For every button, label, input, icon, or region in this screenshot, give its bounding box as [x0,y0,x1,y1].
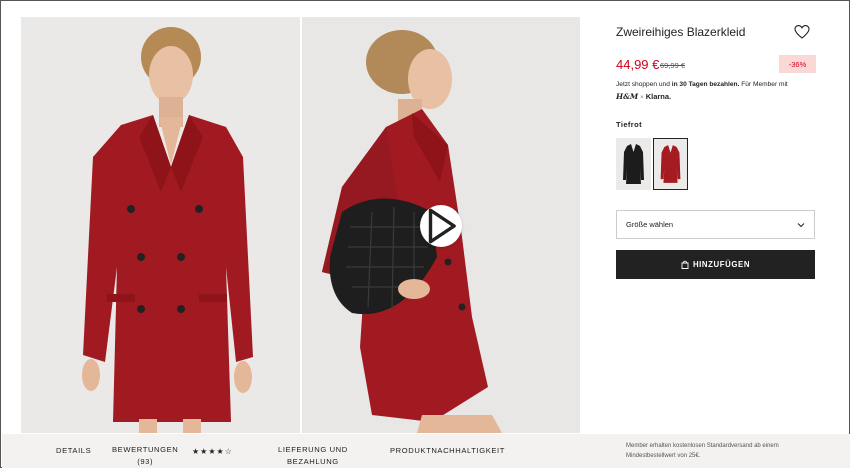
swatch-red-image [654,139,687,189]
product-image-front[interactable] [21,17,300,433]
swatch-black-image [616,138,651,190]
product-title: Zweireihiges Blazerkleid [616,25,746,39]
tab-details[interactable]: DETAILS [56,445,91,457]
play-icon [428,208,456,244]
klarna-suffix: Für Member mit [739,81,788,88]
play-video-button[interactable] [420,205,462,247]
add-button-label: HINZUFÜGEN [692,260,751,269]
product-image-side[interactable] [302,17,580,433]
original-price: 69,99 € [660,61,686,70]
rating-stars: ★★★★☆ [192,447,233,456]
tab-reviews[interactable]: BEWERTUNGEN (93) [112,444,178,468]
heart-icon [794,25,810,39]
product-page: Zweireihiges Blazerkleid 44,99 € 69,99 €… [0,0,850,468]
add-to-cart-button[interactable]: HINZUFÜGEN [616,250,815,279]
product-tabs-bar: DETAILS BEWERTUNGEN (93) ★★★★☆ LIEFERUNG… [2,434,850,468]
current-price: 44,99 € [616,57,660,72]
size-select-label: Größe wählen [626,220,674,229]
size-select[interactable]: Größe wählen [616,210,815,239]
favorite-button[interactable] [794,24,810,40]
klarna-logo: Klarna. [645,92,672,101]
hm-logo: H&M [616,92,639,101]
discount-badge: -36% [779,55,816,73]
tab-reviews-count: (93) [137,457,154,466]
color-swatch-red[interactable] [653,138,688,190]
klarna-bold: in 30 Tagen bezahlen. [671,81,740,88]
klarna-logo-row: H&M × Klarna. [616,92,671,101]
klarna-prefix: Jetzt shoppen und [616,81,672,88]
tab-delivery[interactable]: LIEFERUNG UND BEZAHLUNG [278,444,348,468]
shopping-bag-icon [681,260,689,269]
price-row: 44,99 € 69,99 € -36% [616,55,816,75]
tab-sustainability[interactable]: PRODUKTNACHHALTIGKEIT [390,445,505,457]
chevron-down-icon [797,223,805,228]
tab-delivery-line2: BEZAHLUNG [287,457,339,466]
klarna-x: × [640,95,644,101]
klarna-info: Jetzt shoppen und in 30 Tagen bezahlen. … [616,79,821,91]
tab-delivery-line1: LIEFERUNG UND [278,445,348,454]
member-shipping-note: Member erhalten kostenlosen Standardvers… [626,443,779,459]
color-swatch-black[interactable] [616,138,651,190]
color-name: Tiefrot [616,120,642,129]
model-front-illustration [21,17,300,433]
tab-reviews-label: BEWERTUNGEN [112,445,179,454]
